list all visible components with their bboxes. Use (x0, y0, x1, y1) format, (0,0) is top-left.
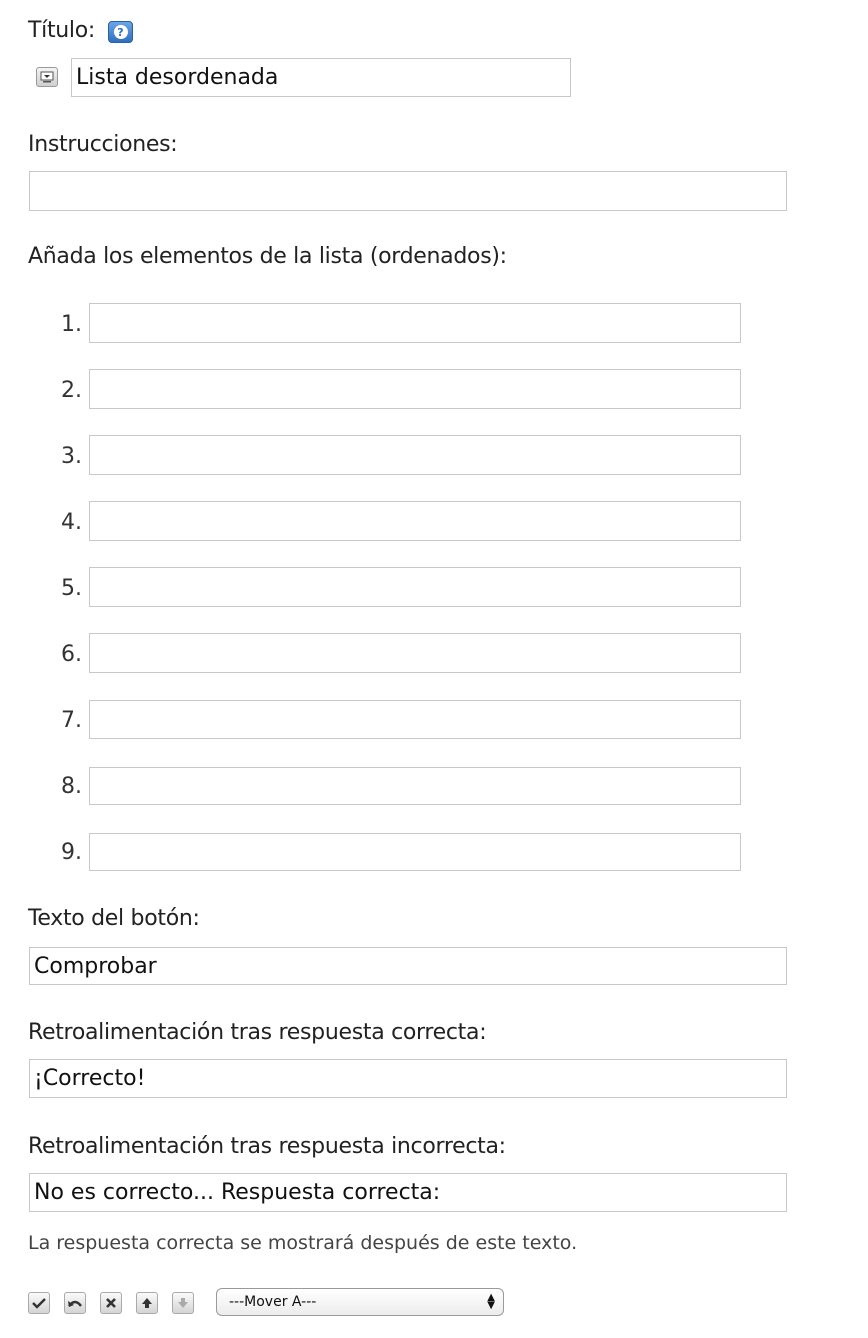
item-number: 3. (61, 444, 82, 469)
help-icon[interactable]: ? (108, 21, 133, 43)
correct-feedback-label: Retroalimentación tras respuesta correct… (28, 1020, 487, 1045)
list-item-input[interactable] (89, 501, 741, 541)
toggle-editor-icon[interactable] (36, 67, 58, 87)
list-item-input[interactable] (89, 435, 741, 475)
item-number: 5. (61, 576, 82, 601)
move-down-icon[interactable] (172, 1292, 194, 1314)
list-item-input[interactable] (89, 833, 741, 871)
list-item-input[interactable] (89, 633, 741, 673)
button-text-input[interactable]: Comprobar (29, 947, 787, 985)
list-item-input[interactable] (89, 303, 741, 343)
incorrect-feedback-hint: La respuesta correcta se mostrará despué… (28, 1232, 578, 1254)
delete-icon[interactable] (100, 1292, 122, 1314)
list-item-input[interactable] (89, 767, 741, 805)
list-item-input[interactable] (89, 700, 741, 739)
item-number: 2. (61, 378, 82, 403)
title-label: Título: (28, 18, 96, 43)
incorrect-feedback-input[interactable]: No es correcto... Respuesta correcta: (29, 1173, 787, 1212)
instructions-label: Instrucciones: (28, 132, 178, 157)
item-number: 7. (61, 708, 82, 733)
item-number: 8. (61, 774, 82, 799)
move-to-select-value: ---Mover A--- (229, 1294, 317, 1310)
button-text-label: Texto del botón: (28, 906, 200, 931)
list-item-input[interactable] (89, 369, 741, 409)
undo-icon[interactable] (64, 1292, 86, 1314)
item-number: 4. (61, 510, 82, 535)
check-icon[interactable] (28, 1292, 50, 1314)
list-items-label: Añada los elementos de la lista (ordenad… (28, 244, 507, 269)
title-input[interactable]: Lista desordenada (71, 58, 571, 97)
list-item-input[interactable] (89, 567, 741, 607)
item-number: 1. (61, 312, 82, 337)
item-number: 9. (61, 840, 82, 865)
incorrect-feedback-label: Retroalimentación tras respuesta incorre… (28, 1134, 506, 1159)
item-number: 6. (61, 642, 82, 667)
move-to-select[interactable]: ---Mover A--- ▲ ▼ (216, 1288, 504, 1316)
move-up-icon[interactable] (136, 1292, 158, 1314)
correct-feedback-input[interactable]: ¡Correcto! (29, 1059, 787, 1098)
select-arrows-icon: ▲ ▼ (487, 1292, 495, 1311)
instructions-input[interactable] (29, 171, 787, 211)
